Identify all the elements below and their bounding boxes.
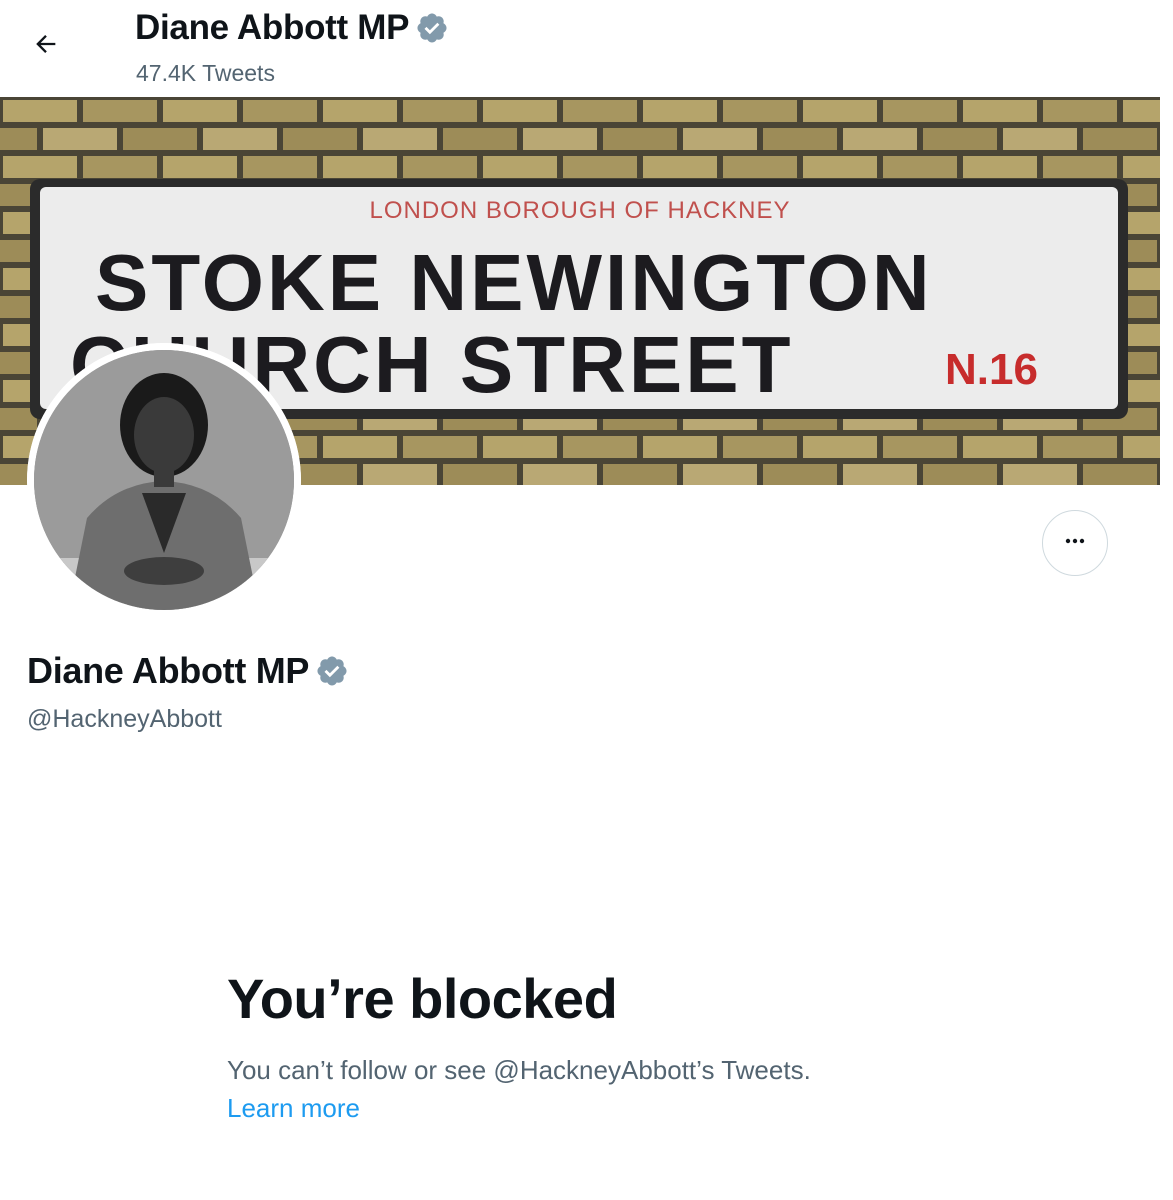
learn-more-link[interactable]: Learn more [227,1093,360,1124]
header-display-name: Diane Abbott MP [135,8,410,47]
more-options-button[interactable] [1042,510,1108,576]
tweet-count: 47.4K Tweets [136,60,275,86]
back-button[interactable] [22,22,70,70]
blocked-title: You’re blocked [227,967,618,1030]
blocked-description: You can’t follow or see @HackneyAbbott’s… [227,1055,811,1085]
arrow-left-icon [32,30,60,63]
sign-postcode: N.16 [945,345,1038,394]
verified-badge-icon[interactable] [315,654,349,688]
sign-street-line1: STOKE NEWINGTON [95,238,933,327]
profile-header-bar: Diane Abbott MP 47.4K Tweets [0,0,1173,97]
profile-display-name: Diane Abbott MP [27,650,310,691]
verified-badge-icon[interactable] [415,11,449,45]
profile-avatar[interactable] [27,343,301,617]
profile-name-row: Diane Abbott MP [27,650,349,692]
profile-handle: @HackneyAbbott [27,705,222,733]
more-horizontal-icon [1063,529,1087,558]
sign-borough-text: LONDON BOROUGH OF HACKNEY [369,197,791,224]
